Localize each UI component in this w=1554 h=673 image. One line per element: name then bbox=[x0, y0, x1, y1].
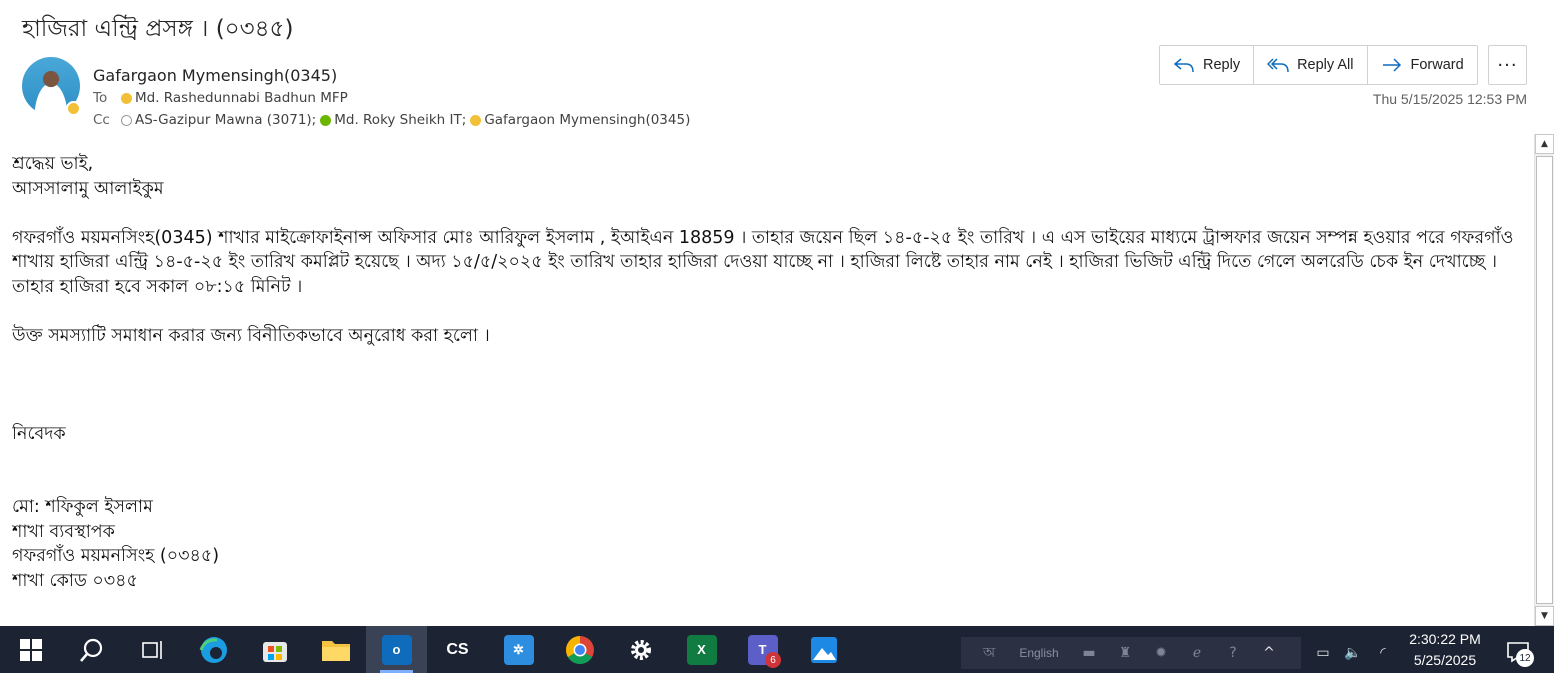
notification-count-badge: 12 bbox=[1516, 649, 1534, 667]
request-line: উক্ত সমস্যাটি সমাধান করার জন্য বিনীতিকভা… bbox=[12, 325, 490, 346]
recipient-name: Md. Roky Sheikh IT; bbox=[334, 112, 467, 128]
help-icon[interactable]: ? bbox=[1215, 639, 1251, 667]
to-recipients: To Md. Rashedunnabi Badhun MFP bbox=[93, 90, 352, 106]
cs-app-icon: CS bbox=[446, 640, 469, 658]
task-view-button[interactable] bbox=[122, 626, 183, 673]
tray-app-icon[interactable]: ✹ bbox=[1143, 639, 1179, 667]
folder-icon bbox=[321, 640, 350, 661]
outlook-icon: o bbox=[381, 634, 412, 665]
reply-all-icon bbox=[1267, 58, 1289, 73]
photos-icon bbox=[810, 636, 837, 663]
taskbar-chrome[interactable] bbox=[549, 626, 610, 673]
salam: আসসালামু আলাইকুম bbox=[12, 178, 164, 199]
taskbar-outlook[interactable]: o bbox=[366, 626, 427, 673]
signature-code: শাখা কোড ০৩৪৫ bbox=[12, 570, 138, 591]
reply-label: Reply bbox=[1203, 57, 1241, 73]
body-paragraph: গফরগাঁও ময়মনসিংহ(0345) শাখার মাইক্রোফাই… bbox=[12, 227, 1514, 297]
excel-icon: X bbox=[686, 634, 717, 665]
tray-app-icon[interactable]: ▬ bbox=[1071, 639, 1107, 667]
recipient-chip[interactable]: Md. Roky Sheikh IT; bbox=[320, 112, 466, 128]
system-icons: ▭ 🔈 ◜ bbox=[1308, 637, 1398, 669]
clock-time: 2:30:22 PM bbox=[1409, 631, 1481, 647]
taskbar-search-button[interactable] bbox=[61, 626, 122, 673]
forward-icon bbox=[1382, 58, 1401, 72]
wifi-icon[interactable]: ◜ bbox=[1368, 639, 1398, 667]
signature-branch: গফরগাঁও ময়মনসিংহ (০৩৪৫) bbox=[12, 546, 220, 566]
presence-offline-icon bbox=[121, 114, 132, 126]
teams-badge: 6 bbox=[765, 652, 781, 668]
taskbar-app-blue[interactable]: ✲ bbox=[488, 626, 549, 673]
system-tray-overflow: অ English ▬ ♜ ✹ ℯ ? ^ bbox=[961, 637, 1301, 669]
presence-away-icon bbox=[121, 92, 132, 104]
taskbar-settings[interactable] bbox=[610, 626, 671, 673]
recipient-name: Gafargaon Mymensingh(0345) bbox=[484, 112, 691, 128]
signature-name: মো: শফিকুল ইসলাম bbox=[12, 497, 153, 517]
clock-date: 5/25/2025 bbox=[1413, 652, 1477, 668]
scroll-thumb[interactable] bbox=[1536, 156, 1553, 604]
taskbar-clock[interactable]: 2:30:22 PM 5/25/2025 bbox=[1395, 629, 1495, 671]
recipient-chip[interactable]: Md. Rashedunnabi Badhun MFP bbox=[121, 90, 348, 106]
recipient-name: Md. Rashedunnabi Badhun MFP bbox=[135, 90, 348, 106]
email-body[interactable]: শ্রদ্ধেয় ভাই, আসসালামু আলাইকুম গফরগাঁও … bbox=[12, 152, 1527, 593]
chevron-up-icon[interactable]: ^ bbox=[1251, 639, 1287, 667]
recipient-chip[interactable]: Gafargaon Mymensingh(0345) bbox=[470, 112, 690, 128]
windows-logo-icon bbox=[19, 638, 42, 661]
notification-center-button[interactable]: 12 bbox=[1500, 635, 1536, 669]
cc-label: Cc bbox=[93, 112, 110, 128]
settings-app-icon: ✲ bbox=[503, 634, 534, 665]
email-timestamp: Thu 5/15/2025 12:53 PM bbox=[1372, 91, 1527, 107]
taskbar-cs-app[interactable]: CS bbox=[427, 626, 488, 673]
volume-icon[interactable]: 🔈 bbox=[1338, 639, 1368, 667]
taskbar-store[interactable] bbox=[244, 626, 305, 673]
taskbar-photos[interactable] bbox=[793, 626, 854, 673]
bangla-input-icon[interactable]: অ bbox=[971, 639, 1007, 667]
reply-button[interactable]: Reply bbox=[1160, 46, 1255, 84]
language-indicator[interactable]: English bbox=[1007, 639, 1071, 667]
taskbar-excel[interactable]: X bbox=[671, 626, 732, 673]
taskbar-file-explorer[interactable] bbox=[305, 626, 366, 673]
presence-away-icon bbox=[470, 114, 482, 126]
sender-presence-badge bbox=[66, 101, 81, 116]
tray-app-icon[interactable]: ♜ bbox=[1107, 639, 1143, 667]
gear-icon bbox=[630, 639, 651, 660]
taskbar-edge[interactable] bbox=[183, 626, 244, 673]
task-view-icon bbox=[141, 640, 162, 659]
to-label: To bbox=[93, 90, 108, 106]
tray-app-icon[interactable]: ℯ bbox=[1179, 639, 1215, 667]
reply-all-label: Reply All bbox=[1297, 57, 1354, 73]
scroll-down-arrow-icon[interactable]: ▼ bbox=[1535, 606, 1554, 626]
vertical-scrollbar[interactable]: ▲ ▼ bbox=[1534, 134, 1554, 626]
recipient-name: AS-Gazipur Mawna (3071); bbox=[135, 112, 317, 128]
more-actions-button[interactable]: ··· bbox=[1488, 45, 1527, 85]
reply-all-button[interactable]: Reply All bbox=[1254, 46, 1368, 84]
start-button[interactable] bbox=[0, 626, 61, 673]
presence-online-icon bbox=[320, 114, 332, 126]
closing-line: নিবেদক bbox=[12, 423, 66, 444]
search-icon bbox=[79, 638, 102, 662]
forward-button[interactable]: Forward bbox=[1368, 46, 1477, 84]
greeting: শ্রদ্ধেয় ভাই, bbox=[12, 154, 94, 174]
sender-name[interactable]: Gafargaon Mymensingh(0345) bbox=[93, 66, 337, 85]
reply-icon bbox=[1173, 58, 1194, 73]
cc-recipients: Cc AS-Gazipur Mawna (3071); Md. Roky She… bbox=[93, 112, 694, 128]
scroll-up-arrow-icon[interactable]: ▲ bbox=[1535, 134, 1554, 154]
forward-label: Forward bbox=[1410, 57, 1464, 73]
edge-icon bbox=[199, 636, 227, 663]
store-icon bbox=[262, 641, 287, 662]
signature-title: শাখা ব্যবস্থাপক bbox=[12, 521, 115, 542]
email-subject: হাজিরা এন্ট্রি প্রসঙ্গ । (০৩৪৫) bbox=[22, 16, 294, 42]
battery-icon[interactable]: ▭ bbox=[1308, 639, 1338, 667]
taskbar-teams[interactable]: T 6 bbox=[732, 626, 793, 673]
recipient-chip[interactable]: AS-Gazipur Mawna (3071); bbox=[121, 112, 316, 128]
chrome-icon bbox=[565, 635, 594, 664]
message-actions: Reply Reply All Forward bbox=[1159, 45, 1478, 85]
